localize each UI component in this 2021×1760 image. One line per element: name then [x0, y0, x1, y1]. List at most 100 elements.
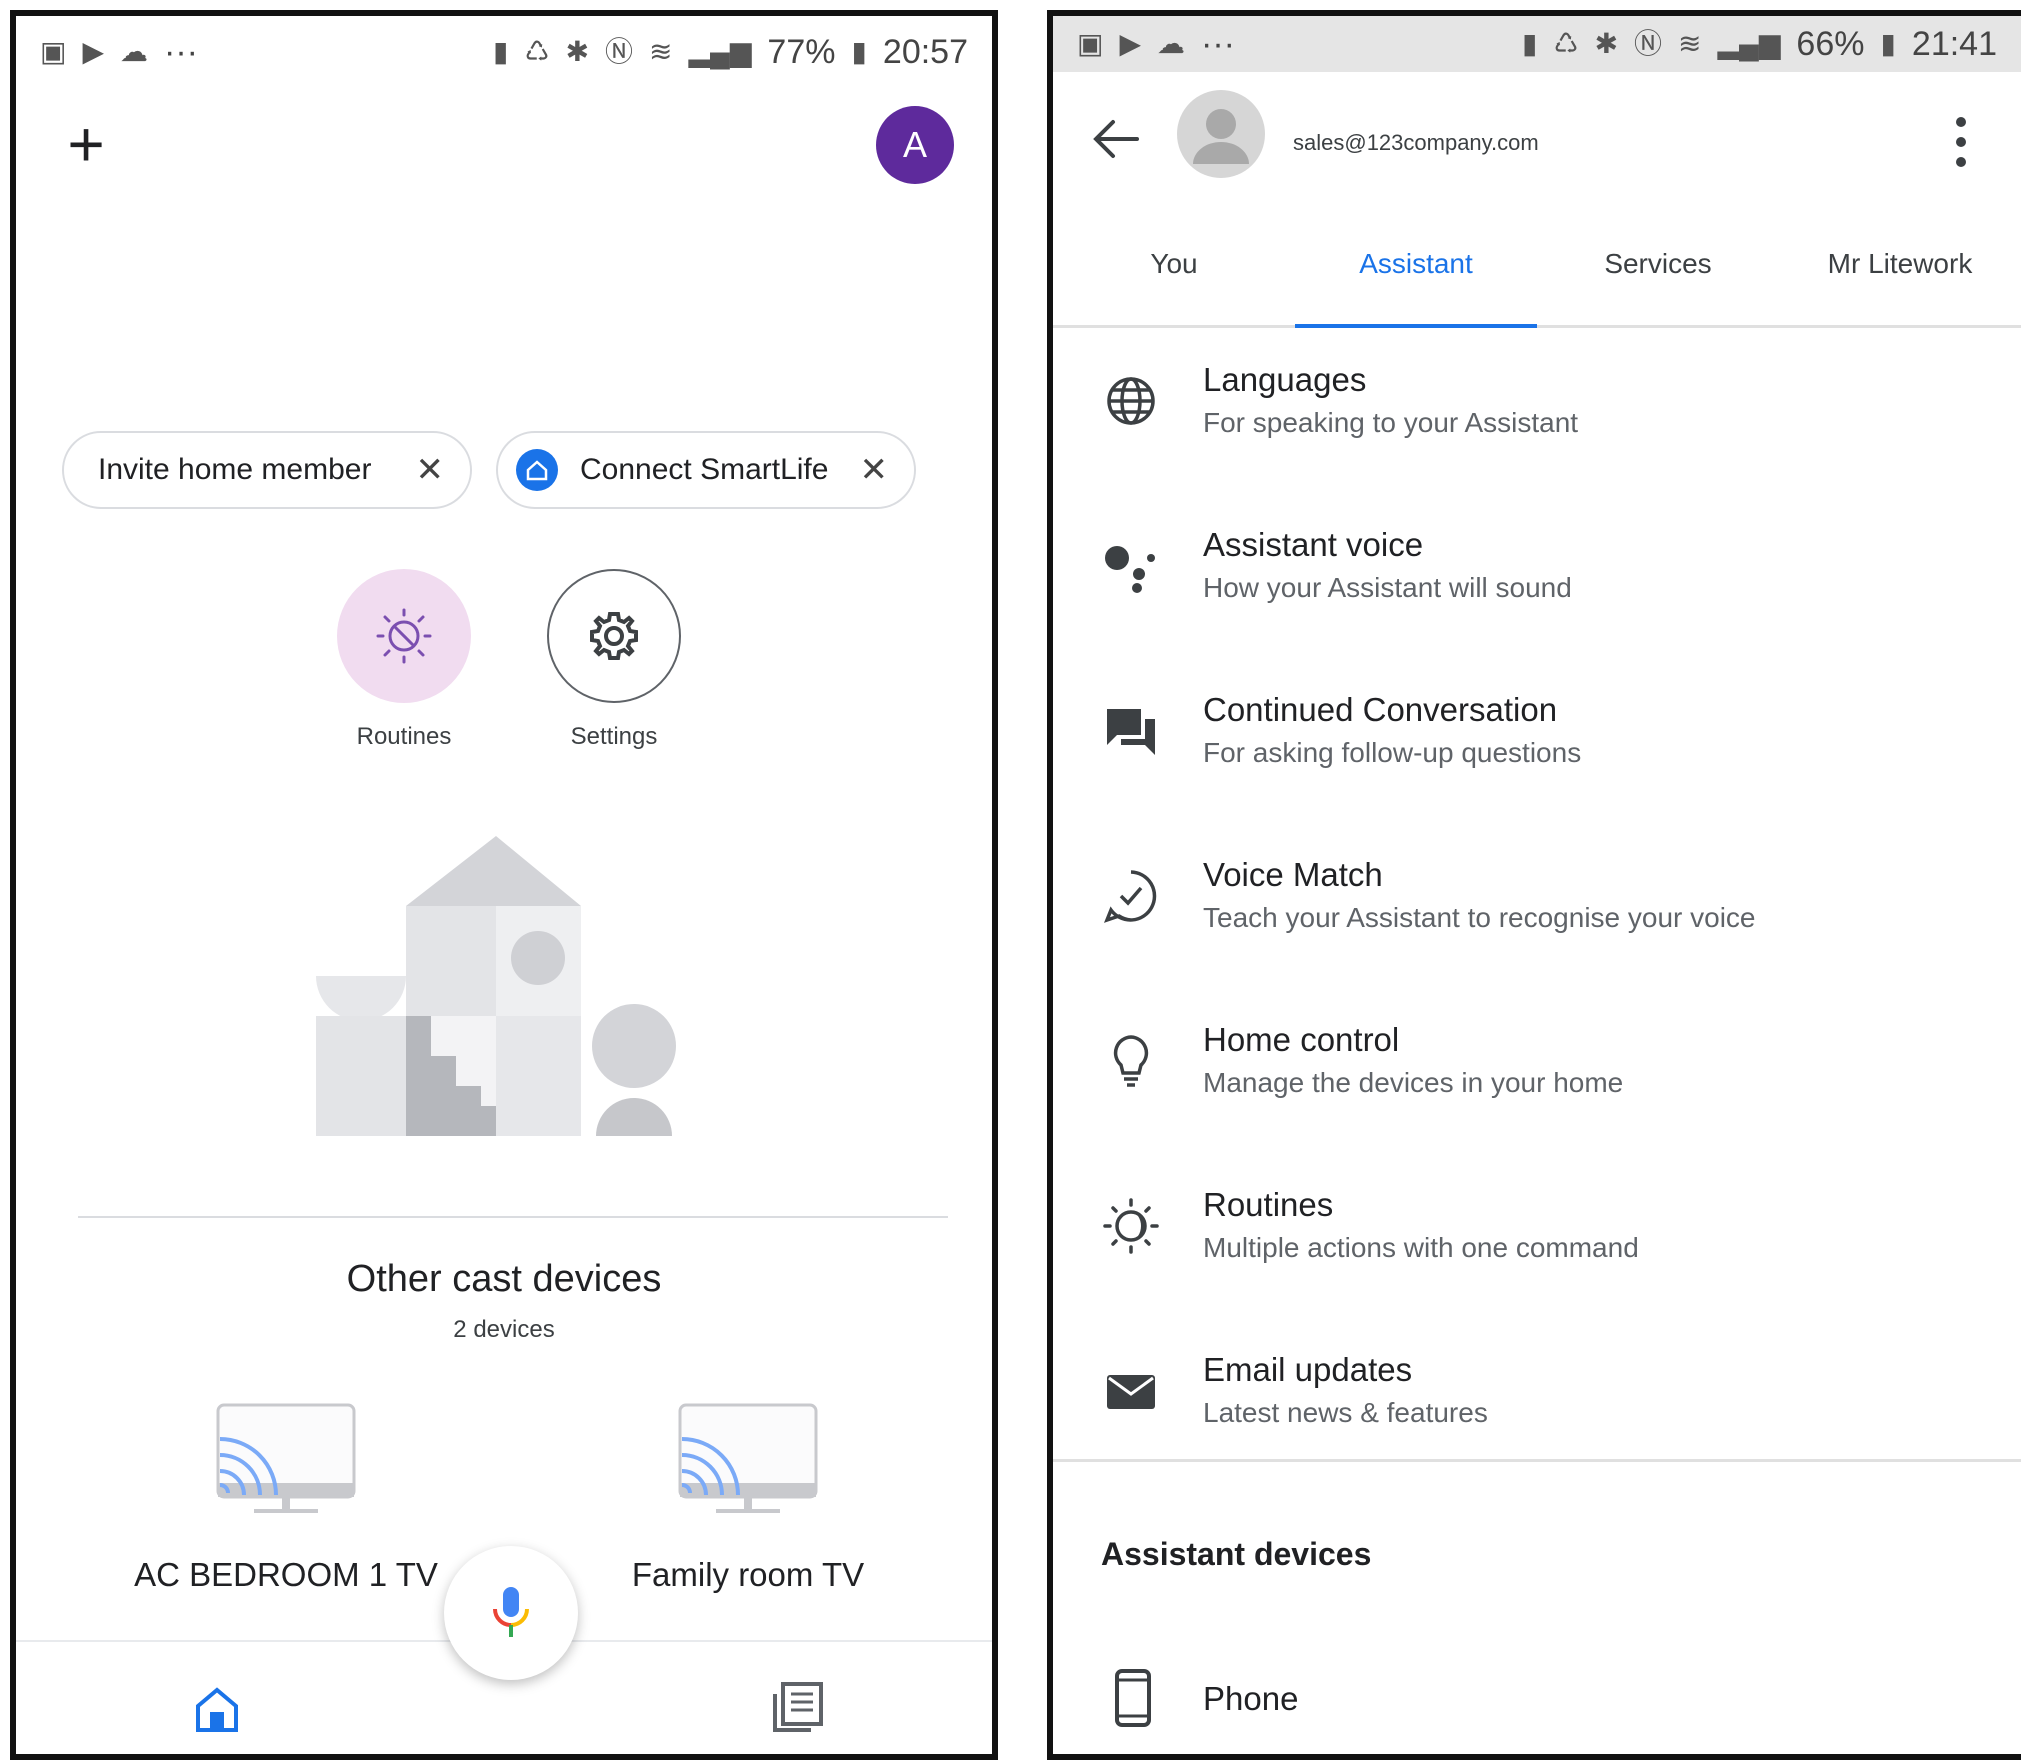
- assistant-mic-button[interactable]: [444, 1546, 578, 1680]
- setting-subtitle: How your Assistant will sound: [1203, 572, 1572, 603]
- microphone-icon: [493, 1587, 529, 1637]
- smartlife-logo-icon: [516, 449, 558, 491]
- setting-home-control[interactable]: Home control Manage the devices in your …: [1053, 1021, 2021, 1186]
- assistant-dots-icon: [1105, 546, 1155, 593]
- more-vert-icon[interactable]: [1949, 112, 1973, 172]
- gallery-notification-icon: ▣: [1077, 28, 1104, 59]
- battery-percent: 77%: [767, 32, 836, 71]
- clock: 20:57: [882, 32, 968, 71]
- tab-assistant[interactable]: Assistant: [1295, 216, 1537, 328]
- nfc-icon: Ⓝ: [605, 36, 634, 67]
- back-arrow-icon[interactable]: [1089, 112, 1143, 166]
- cast-device-family-room[interactable]: Family room TV: [578, 1401, 918, 1594]
- status-bar: ▣ ▶ ☁ ··· ▮ ♺ ✱ Ⓝ ≋ ▂▄▆ 77% ▮ 20:57: [16, 16, 992, 88]
- setting-title: Routines: [1203, 1186, 1334, 1223]
- clock: 21:41: [1911, 24, 1997, 63]
- device-label: AC BEDROOM 1 TV: [134, 1556, 438, 1593]
- setting-subtitle: Latest news & features: [1203, 1397, 1488, 1428]
- settings-label: Settings: [570, 723, 658, 750]
- routines-icon: [1103, 1198, 1159, 1254]
- battery-saver-icon: ▮: [493, 36, 509, 67]
- assistant-devices-header: Assistant devices: [1101, 1536, 1372, 1572]
- battery-icon: ▮: [1880, 28, 1896, 59]
- bluetooth-icon: ✱: [565, 36, 590, 67]
- phone-icon: [1115, 1669, 1151, 1727]
- setting-title: Assistant voice: [1203, 526, 1424, 563]
- signal-icon: ▂▄▆: [688, 36, 752, 67]
- chip-label: Invite home member: [98, 453, 372, 486]
- feed-nav-icon[interactable]: [771, 1680, 825, 1734]
- bluetooth-icon: ✱: [1594, 28, 1619, 59]
- recycle-icon: ♺: [524, 36, 550, 67]
- wifi-icon: ≋: [1678, 28, 1702, 59]
- recycle-icon: ♺: [1553, 28, 1579, 59]
- section-divider: [1053, 1459, 2021, 1462]
- email-icon: [1107, 1375, 1155, 1409]
- phone-label: Phone: [1203, 1680, 1299, 1717]
- setting-email-updates[interactable]: Email updates Latest news & features: [1053, 1351, 2021, 1516]
- gallery-notification-icon: ▣: [40, 36, 67, 67]
- device-count: 2 devices: [453, 1316, 555, 1343]
- setting-title: Home control: [1203, 1021, 1400, 1058]
- voice-match-icon: [1103, 870, 1157, 923]
- nfc-icon: Ⓝ: [1634, 28, 1663, 59]
- close-icon[interactable]: ✕: [860, 450, 889, 490]
- more-notifications-icon: ···: [164, 32, 198, 71]
- status-bar: ▣ ▶ ☁ ··· ▮ ♺ ✱ Ⓝ ≋ ▂▄▆ 66% ▮ 21:41: [1053, 16, 2021, 72]
- globe-icon: [1107, 377, 1155, 425]
- cast-tv-icon: [216, 1403, 356, 1513]
- settings-action[interactable]: Settings: [544, 569, 684, 751]
- play-store-notification-icon: ▶: [82, 36, 105, 67]
- wifi-icon: ≋: [649, 36, 673, 67]
- person-icon: [1193, 109, 1249, 164]
- battery-saver-icon: ▮: [1522, 28, 1538, 59]
- google-home-screen: ▣ ▶ ☁ ··· ▮ ♺ ✱ Ⓝ ≋ ▂▄▆ 77% ▮ 20:57 + A …: [10, 10, 998, 1760]
- add-button[interactable]: +: [56, 112, 116, 176]
- routines-action[interactable]: Routines: [334, 569, 474, 751]
- section-divider: [78, 1216, 948, 1218]
- setting-title: Continued Conversation: [1203, 691, 1558, 728]
- account-avatar[interactable]: [1177, 90, 1265, 178]
- device-label: Family room TV: [631, 1556, 865, 1593]
- assistant-settings-screen: ▣ ▶ ☁ ··· ▮ ♺ ✱ Ⓝ ≋ ▂▄▆ 66% ▮ 21:41 sale…: [1047, 10, 2021, 1760]
- routines-label: Routines: [356, 723, 452, 750]
- account-email: sales@123company.com: [1293, 130, 1539, 155]
- setting-subtitle: For asking follow-up questions: [1203, 737, 1582, 768]
- setting-routines[interactable]: Routines Multiple actions with one comma…: [1053, 1186, 2021, 1351]
- home-nav-icon[interactable]: [192, 1684, 242, 1734]
- setting-title: Email updates: [1203, 1351, 1413, 1388]
- more-notifications-icon: ···: [1201, 24, 1235, 63]
- setting-voice-match[interactable]: Voice Match Teach your Assistant to reco…: [1053, 856, 2021, 1021]
- cast-tv-icon: [678, 1403, 818, 1513]
- routines-sun-moon-icon: [376, 608, 432, 664]
- setting-title: Languages: [1203, 361, 1367, 398]
- settings-button[interactable]: [547, 569, 681, 703]
- invite-home-member-chip[interactable]: Invite home member ✕: [62, 431, 472, 509]
- setting-continued-conversation[interactable]: Continued Conversation For asking follow…: [1053, 691, 2021, 856]
- gear-icon: [590, 612, 638, 660]
- setting-subtitle: Manage the devices in your home: [1203, 1067, 1624, 1098]
- setting-subtitle: Teach your Assistant to recognise your v…: [1203, 902, 1756, 933]
- tab-you[interactable]: You: [1053, 216, 1295, 325]
- play-store-notification-icon: ▶: [1119, 28, 1142, 59]
- close-icon[interactable]: ✕: [416, 450, 445, 490]
- routines-button[interactable]: [337, 569, 471, 703]
- home-illustration: [316, 836, 676, 1136]
- setting-languages[interactable]: Languages For speaking to your Assistant: [1053, 361, 2021, 526]
- chat-icon: [1107, 709, 1155, 755]
- cast-device-ac-bedroom[interactable]: AC BEDROOM 1 TV: [116, 1401, 456, 1594]
- tab-services[interactable]: Services: [1537, 216, 1779, 325]
- section-title: Other cast devices: [346, 1258, 662, 1300]
- battery-percent: 66%: [1796, 24, 1865, 63]
- setting-title: Voice Match: [1203, 856, 1383, 893]
- avatar-letter: A: [902, 124, 927, 165]
- tab-mr-litework[interactable]: Mr Litework: [1779, 216, 2021, 325]
- assistant-device-phone[interactable]: Phone: [1053, 1666, 2021, 1746]
- account-avatar[interactable]: A: [876, 106, 954, 184]
- connect-smartlife-chip[interactable]: Connect SmartLife ✕: [496, 431, 916, 509]
- setting-subtitle: Multiple actions with one command: [1203, 1232, 1639, 1263]
- settings-tabs: You Assistant Services Mr Litework: [1053, 216, 2021, 328]
- lightbulb-icon: [1113, 1035, 1149, 1087]
- cloud-notification-icon: ☁: [1157, 28, 1186, 59]
- setting-assistant-voice[interactable]: Assistant voice How your Assistant will …: [1053, 526, 2021, 691]
